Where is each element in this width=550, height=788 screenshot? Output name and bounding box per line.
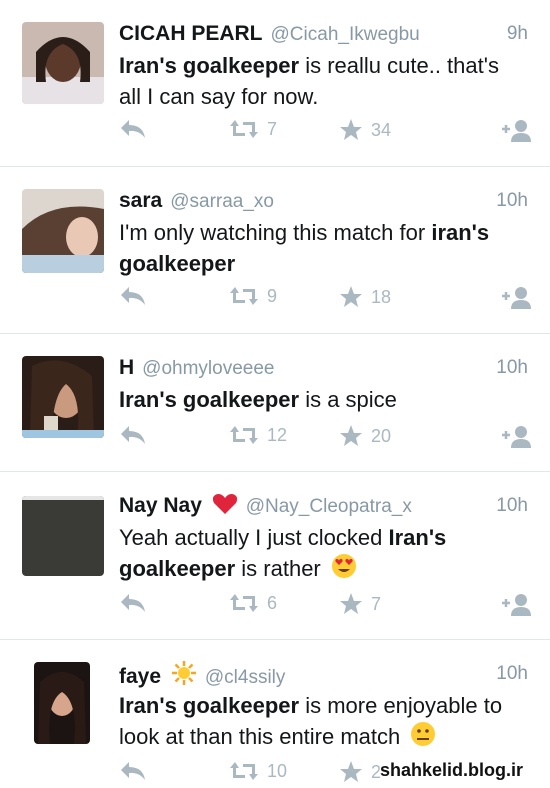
retweet-count: 10	[267, 760, 288, 781]
timestamp[interactable]: 10h	[496, 660, 528, 688]
reply-icon	[121, 594, 145, 612]
tweet-actions: 7 34	[119, 118, 532, 146]
body-text: is a spice	[299, 387, 397, 412]
tweet-actions: 9 18	[119, 285, 532, 313]
favorite-count: 34	[371, 119, 392, 140]
star-icon	[340, 761, 362, 782]
favorite-count: 20	[371, 425, 392, 446]
follow-button[interactable]	[500, 285, 532, 309]
display-name[interactable]: CICAH PEARL	[119, 22, 263, 45]
avatar[interactable]	[22, 356, 104, 438]
timestamp[interactable]: 9h	[507, 20, 528, 48]
user-handle[interactable]: @Nay_Cleopatra_x	[246, 496, 412, 517]
reply-icon	[121, 120, 145, 138]
body-text: I'm only watching this match for	[119, 220, 432, 245]
reply-button[interactable]	[119, 118, 147, 140]
retweet-count: 7	[267, 118, 278, 139]
retweet-button[interactable]: 12	[229, 424, 287, 446]
retweet-icon	[230, 594, 258, 612]
reply-button[interactable]	[119, 760, 147, 782]
retweet-button[interactable]: 7	[229, 118, 277, 140]
avatar[interactable]	[22, 189, 104, 273]
follow-icon	[502, 287, 531, 309]
follow-button[interactable]	[500, 424, 532, 448]
retweet-button[interactable]: 10	[229, 760, 287, 782]
tweet-text: Iran's goalkeeper is a spice	[119, 384, 522, 415]
tweet-header: sara @sarraa_xo 10h	[119, 187, 528, 215]
display-name[interactable]: faye	[119, 665, 161, 688]
favorite-count: 18	[371, 286, 392, 307]
tweet-header: H @ohmyloveeee 10h	[119, 354, 528, 382]
heart-eyes-emoji	[331, 554, 356, 578]
follow-icon	[502, 594, 531, 616]
tweet-text: Yeah actually I just clocked Iran's goal…	[119, 522, 522, 584]
watermark: shahkelid.blog.ir	[380, 760, 524, 780]
sun-emoji	[171, 661, 196, 685]
reply-icon	[121, 426, 145, 444]
highlight-text: Iran's goalkeeper	[119, 53, 300, 78]
tweet-text: I'm only watching this match for iran's …	[119, 217, 522, 279]
body-text: Yeah actually I just clocked	[119, 525, 389, 550]
favorite-button[interactable]: 20	[339, 424, 391, 448]
tweet-card[interactable]: CICAH PEARL @Cicah_Ikwegbu 9h Iran's goal…	[0, 0, 550, 167]
retweet-count: 9	[267, 285, 278, 306]
favorite-button[interactable]: 2	[339, 760, 381, 784]
tweet-text: Iran's goalkeeper is reallu cute.. that'…	[119, 50, 522, 112]
avatar[interactable]	[34, 662, 90, 744]
tweet-text: Iran's goalkeeper is more enjoyable to l…	[119, 690, 522, 752]
retweet-button[interactable]: 6	[229, 592, 277, 614]
tweet-card[interactable]: sara @sarraa_xo 10h I'm only watching thi…	[0, 167, 550, 334]
reply-icon	[121, 762, 145, 780]
retweet-icon	[230, 120, 258, 138]
user-handle[interactable]: @Cicah_Ikwegbu	[271, 24, 420, 45]
user-handle[interactable]: @sarraa_xo	[170, 191, 274, 212]
favorite-count: 7	[371, 593, 382, 614]
tweet-header: CICAH PEARL @Cicah_Ikwegbu 9h	[119, 20, 528, 48]
favorite-button[interactable]: 7	[339, 592, 381, 616]
retweet-count: 12	[267, 424, 288, 445]
highlight-text: Iran's goalkeeper	[119, 387, 300, 412]
tweet-actions: 12 20	[119, 424, 532, 452]
tweet-actions: 6 7	[119, 592, 532, 620]
reply-button[interactable]	[119, 285, 147, 307]
tweet-header: Nay Nay @Nay_Cleopatra_x 10h	[119, 492, 528, 520]
retweet-button[interactable]: 9	[229, 285, 277, 307]
retweet-icon	[230, 426, 258, 444]
tweet-card[interactable]: H @ohmyloveeee 10h Iran's goalkeeper is a…	[0, 334, 550, 472]
display-name[interactable]: Nay Nay	[119, 494, 202, 517]
timestamp[interactable]: 10h	[496, 492, 528, 520]
reply-button[interactable]	[119, 592, 147, 614]
retweet-count: 6	[267, 592, 278, 613]
retweet-icon	[230, 287, 258, 305]
favorite-button[interactable]: 34	[339, 118, 391, 142]
retweet-icon	[230, 762, 258, 780]
body-text-end: is rather	[235, 556, 321, 581]
avatar[interactable]	[22, 22, 104, 104]
user-handle[interactable]: @cl4ssily	[205, 667, 286, 688]
timestamp[interactable]: 10h	[496, 187, 528, 215]
display-name[interactable]: H	[119, 356, 134, 379]
neutral-face-emoji	[411, 722, 436, 746]
tweet-header: faye @cl4ssily 10h	[119, 660, 528, 688]
tweet-card[interactable]: Nay Nay @Nay_Cleopatra_x 10h Yeah actual…	[0, 472, 550, 640]
tweet-feed: CICAH PEARL @Cicah_Ikwegbu 9h Iran's goal…	[0, 0, 550, 787]
favorite-button[interactable]: 18	[339, 285, 391, 309]
follow-icon	[502, 426, 531, 448]
star-icon	[340, 425, 362, 446]
follow-button[interactable]	[500, 118, 532, 142]
avatar[interactable]	[22, 496, 104, 576]
highlight-text: Iran's goalkeeper	[119, 693, 300, 718]
user-handle[interactable]: @ohmyloveeee	[142, 358, 274, 379]
follow-icon	[502, 120, 531, 142]
star-icon	[340, 593, 362, 614]
reply-icon	[121, 287, 145, 305]
display-name[interactable]: sara	[119, 189, 162, 212]
timestamp[interactable]: 10h	[496, 354, 528, 382]
heart-emoji	[212, 493, 237, 514]
star-icon	[340, 119, 362, 140]
star-icon	[340, 286, 362, 307]
reply-button[interactable]	[119, 424, 147, 446]
follow-button[interactable]	[500, 592, 532, 616]
